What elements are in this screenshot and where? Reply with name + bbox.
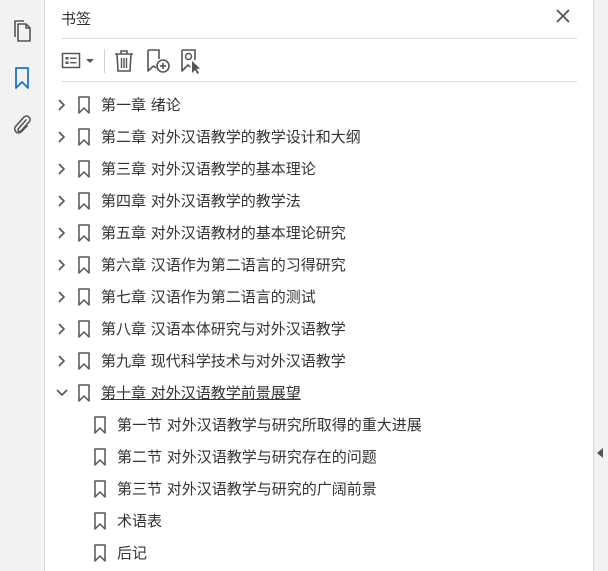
bookmark-icon bbox=[94, 448, 106, 466]
collapse-arrow-icon[interactable] bbox=[597, 448, 603, 458]
bookmark-item[interactable]: 第二章 对外汉语教学的教学设计和大纲 bbox=[45, 121, 593, 153]
bookmark-item[interactable]: 第一节 对外汉语教学与研究所取得的重大进展 bbox=[45, 409, 593, 441]
delete-icon[interactable] bbox=[111, 47, 137, 75]
bookmark-item[interactable]: 第九章 现代科学技术与对外汉语教学 bbox=[45, 345, 593, 377]
bookmark-label: 第一节 对外汉语教学与研究所取得的重大进展 bbox=[117, 416, 422, 434]
bookmark-icon bbox=[78, 96, 90, 114]
bookmark-item[interactable]: 第三章 对外汉语教学的基本理论 bbox=[45, 153, 593, 185]
bookmark-icon bbox=[94, 544, 106, 562]
bookmark-label: 第六章 汉语作为第二语言的习得研究 bbox=[101, 256, 346, 274]
close-icon[interactable] bbox=[554, 7, 572, 25]
panel-collapse-strip[interactable] bbox=[593, 0, 608, 571]
toolbar-divider bbox=[104, 49, 105, 73]
bookmark-item[interactable]: 后记 bbox=[45, 537, 593, 569]
new-bookmark-icon[interactable] bbox=[144, 47, 172, 75]
bookmark-item[interactable]: 第八章 汉语本体研究与对外汉语教学 bbox=[45, 313, 593, 345]
bookmark-icon[interactable] bbox=[8, 64, 36, 92]
chevron-right-icon[interactable] bbox=[55, 322, 69, 336]
bookmark-label: 第五章 对外汉语教材的基本理论研究 bbox=[101, 224, 346, 242]
bookmark-icon bbox=[94, 512, 106, 530]
bookmark-icon bbox=[78, 384, 90, 402]
bookmark-icon bbox=[78, 288, 90, 306]
divider bbox=[61, 38, 577, 39]
chevron-right-icon[interactable] bbox=[55, 226, 69, 240]
bookmark-item-selected[interactable]: 第十章 对外汉语教学前景展望 bbox=[45, 377, 593, 409]
bookmark-icon bbox=[94, 416, 106, 434]
chevron-right-icon[interactable] bbox=[55, 194, 69, 208]
bookmark-item[interactable]: 第五章 对外汉语教材的基本理论研究 bbox=[45, 217, 593, 249]
bookmark-label: 第十章 对外汉语教学前景展望 bbox=[101, 384, 301, 402]
pages-icon[interactable] bbox=[8, 17, 36, 45]
bookmark-item[interactable]: 第一章 绪论 bbox=[45, 89, 593, 121]
chevron-right-icon[interactable] bbox=[55, 162, 69, 176]
bookmark-tree: 第一章 绪论 第二章 对外汉语教学的教学设计和大纲 第三章 对外汉语教学的基本理… bbox=[45, 89, 593, 569]
bookmark-icon bbox=[78, 320, 90, 338]
chevron-right-icon[interactable] bbox=[55, 98, 69, 112]
bookmark-item[interactable]: 第三节 对外汉语教学与研究的广阔前景 bbox=[45, 473, 593, 505]
chevron-down-icon[interactable] bbox=[55, 386, 69, 400]
bookmark-label: 术语表 bbox=[117, 512, 163, 530]
chevron-right-icon[interactable] bbox=[55, 290, 69, 304]
bookmark-item[interactable]: 术语表 bbox=[45, 505, 593, 537]
bookmark-icon bbox=[78, 128, 90, 146]
bookmark-label: 第四章 对外汉语教学的教学法 bbox=[101, 192, 301, 210]
bookmark-from-selection-icon[interactable] bbox=[177, 47, 205, 75]
bookmark-label: 第一章 绪论 bbox=[101, 96, 181, 114]
bookmark-item[interactable]: 第七章 汉语作为第二语言的测试 bbox=[45, 281, 593, 313]
divider bbox=[61, 81, 577, 82]
chevron-right-icon[interactable] bbox=[55, 258, 69, 272]
attachment-icon[interactable] bbox=[8, 110, 36, 138]
options-menu-icon[interactable] bbox=[61, 47, 97, 75]
bookmark-label: 第三章 对外汉语教学的基本理论 bbox=[101, 160, 316, 178]
bookmark-icon bbox=[78, 256, 90, 274]
chevron-right-icon[interactable] bbox=[55, 130, 69, 144]
bookmark-label: 第七章 汉语作为第二语言的测试 bbox=[101, 288, 316, 306]
bookmarks-window: 书签 第一章 绪论 第二章 对外汉语教学的教学设计和大纲 第三章 对外汉语教学的… bbox=[0, 0, 608, 571]
bookmark-item[interactable]: 第二节 对外汉语教学与研究存在的问题 bbox=[45, 441, 593, 473]
bookmark-icon bbox=[78, 224, 90, 242]
bookmark-item[interactable]: 第六章 汉语作为第二语言的习得研究 bbox=[45, 249, 593, 281]
bookmark-icon bbox=[78, 160, 90, 178]
bookmark-label: 后记 bbox=[117, 544, 148, 562]
bookmark-icon bbox=[78, 192, 90, 210]
bookmarks-toolbar bbox=[61, 46, 577, 76]
bookmark-label: 第八章 汉语本体研究与对外汉语教学 bbox=[101, 320, 346, 338]
bookmark-item[interactable]: 第四章 对外汉语教学的教学法 bbox=[45, 185, 593, 217]
bookmark-label: 第二章 对外汉语教学的教学设计和大纲 bbox=[101, 128, 361, 146]
panel-title: 书签 bbox=[61, 10, 92, 28]
bookmark-icon bbox=[78, 352, 90, 370]
bookmark-label: 第二节 对外汉语教学与研究存在的问题 bbox=[117, 448, 377, 466]
bookmark-label: 第九章 现代科学技术与对外汉语教学 bbox=[101, 352, 346, 370]
chevron-right-icon[interactable] bbox=[55, 354, 69, 368]
bookmark-icon bbox=[94, 480, 106, 498]
bookmarks-panel: 书签 第一章 绪论 第二章 对外汉语教学的教学设计和大纲 第三章 对外汉语教学的… bbox=[45, 0, 593, 571]
navigation-rail bbox=[0, 0, 45, 571]
bookmark-label: 第三节 对外汉语教学与研究的广阔前景 bbox=[117, 480, 377, 498]
